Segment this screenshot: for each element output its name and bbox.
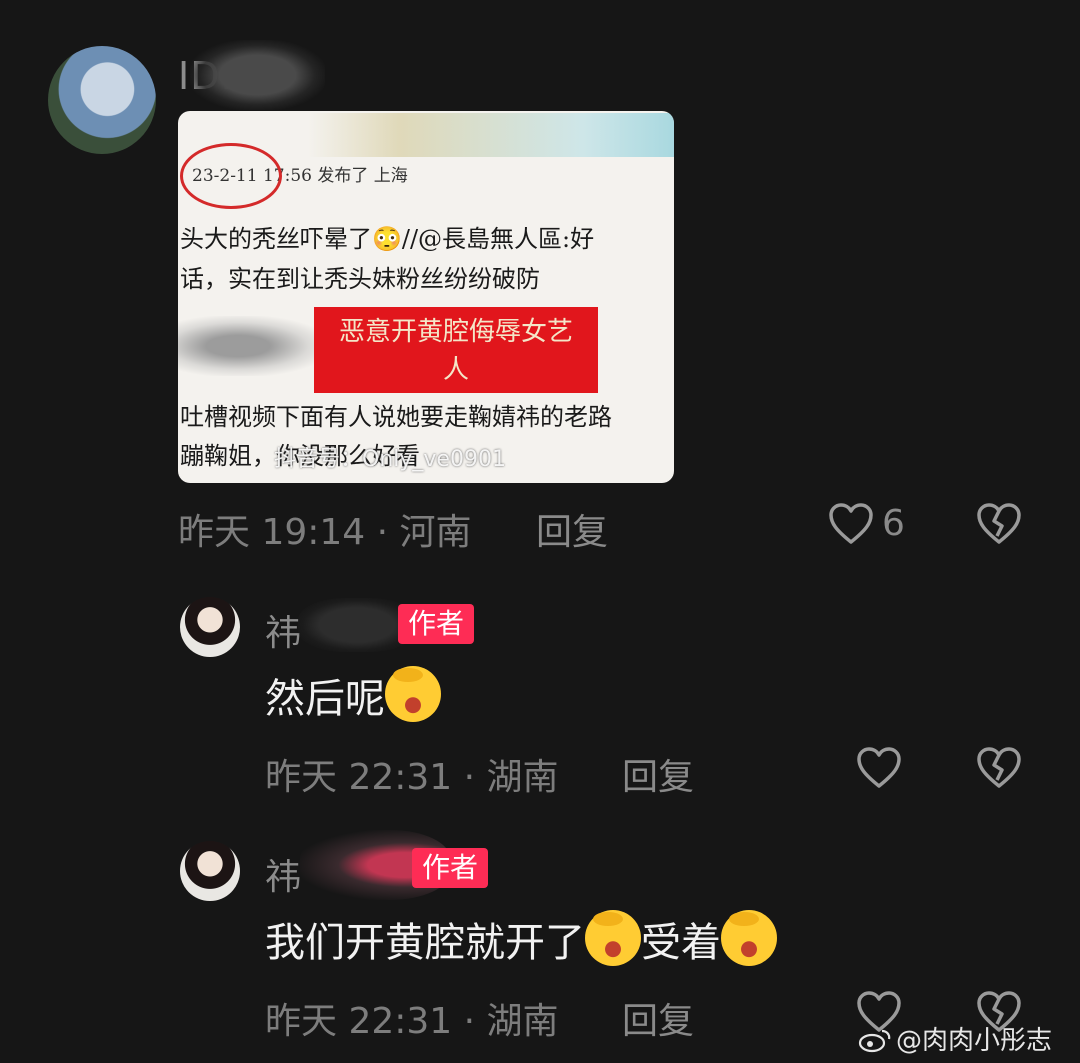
broken-heart-icon[interactable] <box>976 746 1022 790</box>
author-badge: 作者 <box>412 848 489 888</box>
reply-meta: 昨天 22:31 · 湖南 <box>265 748 559 800</box>
image-decoration <box>308 113 674 157</box>
comment-meta: 昨天 19:14 · 河南 <box>178 503 472 555</box>
reply-avatar[interactable] <box>180 841 240 901</box>
like-count: 6 <box>882 503 905 544</box>
author-badge: 作者 <box>398 604 475 644</box>
timestamp: 昨天 19:14 <box>178 512 366 553</box>
highlight-text: 恶意开黄腔侮辱女艺 <box>338 317 573 347</box>
heart-icon[interactable] <box>828 502 874 546</box>
reply-text-part: 我们开黄腔就开了 <box>265 920 585 966</box>
rolling-laughing-emoji <box>721 910 777 966</box>
reply-meta: 昨天 22:31 · 湖南 <box>265 992 559 1044</box>
reply-text-part: 然后呢 <box>265 676 385 722</box>
reply-text: 我们开黄腔就开了 受着 <box>265 910 777 968</box>
reply-button[interactable]: 回复 <box>622 992 694 1044</box>
image-text-line: 吐槽视频下面有人说她要走鞠婧祎的老路 <box>180 403 612 431</box>
redaction-smudge <box>190 40 325 110</box>
location: 河南 <box>399 512 472 553</box>
comment-image[interactable]: 23-2-11 17:56 发布了 上海 头大的秃丝吓晕了😳//@長島無人區:好… <box>178 111 674 483</box>
reply-text-part: 受着 <box>641 920 721 966</box>
weibo-icon <box>858 1029 891 1053</box>
image-text-line: 话，实在到让秃头妹粉丝纷纷破防 <box>180 265 540 293</box>
tiktok-watermark: 抖音号：Only_ve0901 <box>274 447 506 472</box>
heart-icon[interactable] <box>856 746 902 790</box>
separator-dot: · <box>376 512 400 553</box>
ink-wash-decoration <box>178 316 328 376</box>
red-circle-annotation <box>180 143 282 209</box>
highlight-text: 人 <box>442 355 469 385</box>
separator-dot: · <box>463 757 487 798</box>
reply-text: 然后呢 <box>265 666 441 724</box>
reply-avatar[interactable] <box>180 597 240 657</box>
timestamp: 昨天 22:31 <box>265 757 453 798</box>
reply-button[interactable]: 回复 <box>536 503 608 555</box>
rolling-laughing-emoji <box>385 666 441 722</box>
weibo-credit: @肉肉小彤志 <box>858 1020 1052 1057</box>
reply-button[interactable]: 回复 <box>622 748 694 800</box>
credit-text: @肉肉小彤志 <box>896 1026 1053 1056</box>
reply-username[interactable]: 祎 <box>265 848 302 900</box>
image-text-line: 头大的秃丝吓晕了😳//@長島無人區:好 <box>180 225 595 253</box>
user-avatar[interactable] <box>48 46 156 154</box>
rolling-laughing-emoji <box>585 910 641 966</box>
separator-dot: · <box>463 1001 487 1042</box>
location: 湖南 <box>486 757 559 798</box>
timestamp: 昨天 22:31 <box>265 1001 453 1042</box>
location: 湖南 <box>486 1001 559 1042</box>
broken-heart-icon[interactable] <box>976 502 1022 546</box>
highlight-box: 恶意开黄腔侮辱女艺 人 <box>314 307 598 393</box>
comment-thread: ID. 23-2-11 17:56 发布了 上海 头大的秃丝吓晕了😳//@長島無… <box>0 0 1080 1063</box>
reply-username[interactable]: 祎 <box>265 604 302 656</box>
